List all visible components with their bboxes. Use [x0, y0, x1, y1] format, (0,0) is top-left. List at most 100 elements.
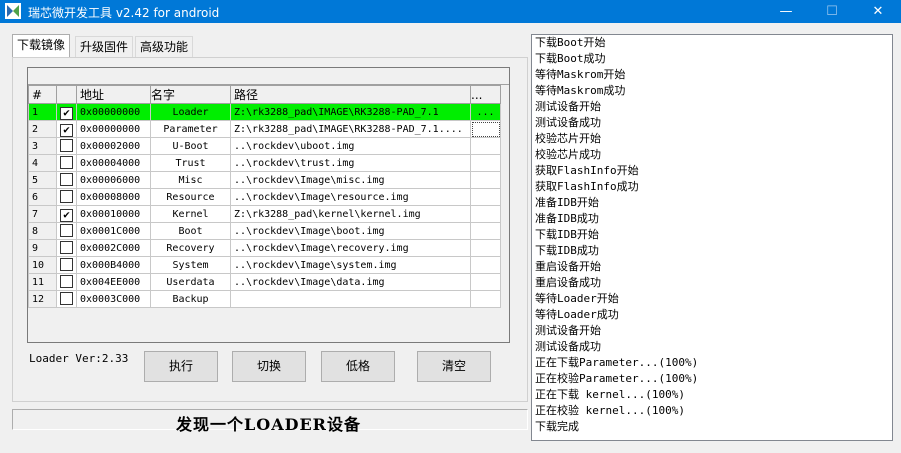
row-checkbox-cell[interactable]: ✔ [56, 103, 77, 121]
row-name: Userdata [150, 273, 231, 291]
row-path[interactable]: Z:\rk3288_pad\IMAGE\RK3288-PAD_7.1 [230, 103, 471, 121]
log-line: 下载IDB成功 [535, 244, 599, 257]
table-row[interactable]: 10 0x000B4000 System ..\rockdev\Image\syste… [28, 256, 501, 274]
table-row[interactable]: 9 0x0002C000 Recovery ..\rockdev\Image\reco… [28, 239, 501, 257]
row-index: 11 [28, 273, 57, 291]
row-checkbox-cell[interactable] [56, 137, 77, 155]
row-checkbox[interactable]: ✔ [60, 207, 73, 222]
row-browse[interactable]: ... [470, 103, 501, 121]
row-path[interactable]: ..\rockdev\Image\system.img [230, 256, 471, 274]
row-checkbox-cell[interactable] [56, 256, 77, 274]
tab-advanced[interactable]: 高级功能 [135, 36, 194, 57]
row-path[interactable]: ..\rockdev\Image\boot.img [230, 222, 471, 240]
row-path[interactable]: ..\rockdev\Image\data.img [230, 273, 471, 291]
row-checkbox-cell[interactable] [56, 273, 77, 291]
row-checkbox-cell[interactable] [56, 222, 77, 240]
minimize-button[interactable]: — [763, 0, 809, 23]
col-header-path[interactable]: 路径 [230, 85, 471, 104]
log-line: 重启设备成功 [535, 276, 601, 289]
row-checkbox[interactable] [60, 224, 73, 237]
table-row[interactable]: 11 0x004EE000 Userdata ..\rockdev\Image\dat… [28, 273, 501, 291]
table-row[interactable]: 3 0x00002000 U-Boot ..\rockdev\uboot.img [28, 137, 501, 155]
row-browse[interactable] [470, 239, 501, 257]
row-path[interactable]: ..\rockdev\trust.img [230, 154, 471, 172]
row-checkbox[interactable] [60, 241, 73, 254]
table-row[interactable]: 6 0x00008000 Resource ..\rockdev\Image\reso… [28, 188, 501, 206]
row-browse[interactable] [470, 273, 501, 291]
row-checkbox[interactable] [60, 258, 73, 271]
tab-upgrade-firmware[interactable]: 升级固件 [75, 36, 134, 57]
row-name: System [150, 256, 231, 274]
row-checkbox-cell[interactable] [56, 239, 77, 257]
image-table[interactable]: # 地址 名字 路径 ... 1 ✔ 0x00000000 Loader Z:\rk32… [27, 67, 510, 343]
row-address: 0x0001C000 [76, 222, 151, 240]
row-browse[interactable] [470, 188, 501, 206]
row-browse[interactable] [470, 222, 501, 240]
row-browse[interactable] [470, 120, 501, 138]
row-checkbox[interactable] [60, 292, 73, 305]
table-row[interactable]: 2 ✔ 0x00000000 Parameter Z:\rk3288_pad\IMAGE… [28, 120, 501, 138]
col-header-address[interactable]: 地址 [76, 85, 151, 104]
col-header-browse: ... [470, 85, 501, 104]
row-checkbox[interactable] [60, 275, 73, 288]
table-row[interactable]: 12 0x0003C000 Backup [28, 290, 501, 308]
row-browse[interactable] [470, 171, 501, 189]
clear-button[interactable]: 清空 [417, 351, 491, 382]
row-browse[interactable] [470, 256, 501, 274]
switch-button[interactable]: 切换 [232, 351, 306, 382]
row-browse[interactable] [470, 290, 501, 308]
check-icon: ✔ [63, 122, 70, 136]
table-row[interactable]: 5 0x00006000 Misc ..\rockdev\Image\misc.img [28, 171, 501, 189]
row-path[interactable]: ..\rockdev\Image\resource.img [230, 188, 471, 206]
row-browse[interactable] [470, 154, 501, 172]
row-checkbox[interactable] [60, 173, 73, 186]
low-format-button[interactable]: 低格 [321, 351, 395, 382]
row-checkbox-cell[interactable] [56, 188, 77, 206]
row-name: Backup [150, 290, 231, 308]
row-checkbox[interactable] [60, 139, 73, 152]
table-top-band [28, 68, 509, 85]
log-line: 正在下载 kernel...(100%) [535, 388, 685, 401]
row-path[interactable] [230, 290, 471, 308]
table-row[interactable]: 1 ✔ 0x00000000 Loader Z:\rk3288_pad\IMAGE\RK… [28, 103, 501, 121]
log-output[interactable]: 下载Boot开始 下载Boot成功 等待Maskrom开始 等待Maskrom成功 测试… [531, 34, 893, 441]
row-checkbox-cell[interactable] [56, 171, 77, 189]
close-button[interactable]: ✕ [855, 0, 901, 23]
row-checkbox[interactable] [60, 156, 73, 169]
row-checkbox-cell[interactable] [56, 290, 77, 308]
row-path[interactable]: ..\rockdev\uboot.img [230, 137, 471, 155]
row-path[interactable]: Z:\rk3288_pad\kernel\kernel.img [230, 205, 471, 223]
loader-version: Loader Ver:2.33 [29, 352, 129, 365]
row-path[interactable]: ..\rockdev\Image\misc.img [230, 171, 471, 189]
row-address: 0x004EE000 [76, 273, 151, 291]
log-line: 校验芯片成功 [535, 148, 601, 161]
check-icon: ✔ [63, 207, 70, 221]
table-row[interactable]: 4 0x00004000 Trust ..\rockdev\trust.img [28, 154, 501, 172]
execute-button[interactable]: 执行 [144, 351, 218, 382]
row-path[interactable]: ..\rockdev\Image\recovery.img [230, 239, 471, 257]
row-checkbox-cell[interactable]: ✔ [56, 120, 77, 138]
tab-download-image[interactable]: 下载镜像 [12, 34, 71, 57]
table-header-row: # 地址 名字 路径 ... [28, 85, 501, 104]
row-address: 0x00008000 [76, 188, 151, 206]
row-checkbox-cell[interactable] [56, 154, 77, 172]
row-checkbox[interactable] [60, 190, 73, 203]
row-address: 0x00006000 [76, 171, 151, 189]
log-line: 正在校验 kernel...(100%) [535, 404, 685, 417]
row-index: 6 [28, 188, 57, 206]
title-bar: 瑞芯微开发工具 v2.42 for android — ☐ ✕ [0, 0, 901, 23]
table-row[interactable]: 7 ✔ 0x00010000 Kernel Z:\rk3288_pad\kernel\k… [28, 205, 501, 223]
col-header-name[interactable]: 名字 [150, 85, 231, 104]
row-checkbox-cell[interactable]: ✔ [56, 205, 77, 223]
table-row[interactable]: 8 0x0001C000 Boot ..\rockdev\Image\boot.img [28, 222, 501, 240]
row-checkbox[interactable]: ✔ [60, 122, 73, 137]
row-address: 0x00000000 [76, 103, 151, 121]
row-path[interactable]: Z:\rk3288_pad\IMAGE\RK3288-PAD_7.1.... [230, 120, 471, 138]
row-checkbox[interactable]: ✔ [60, 106, 73, 120]
row-browse[interactable] [470, 137, 501, 155]
log-line: 准备IDB开始 [535, 196, 599, 209]
maximize-button[interactable]: ☐ [809, 0, 855, 23]
row-browse[interactable] [470, 205, 501, 223]
log-line: 测试设备成功 [535, 116, 601, 129]
row-index: 8 [28, 222, 57, 240]
